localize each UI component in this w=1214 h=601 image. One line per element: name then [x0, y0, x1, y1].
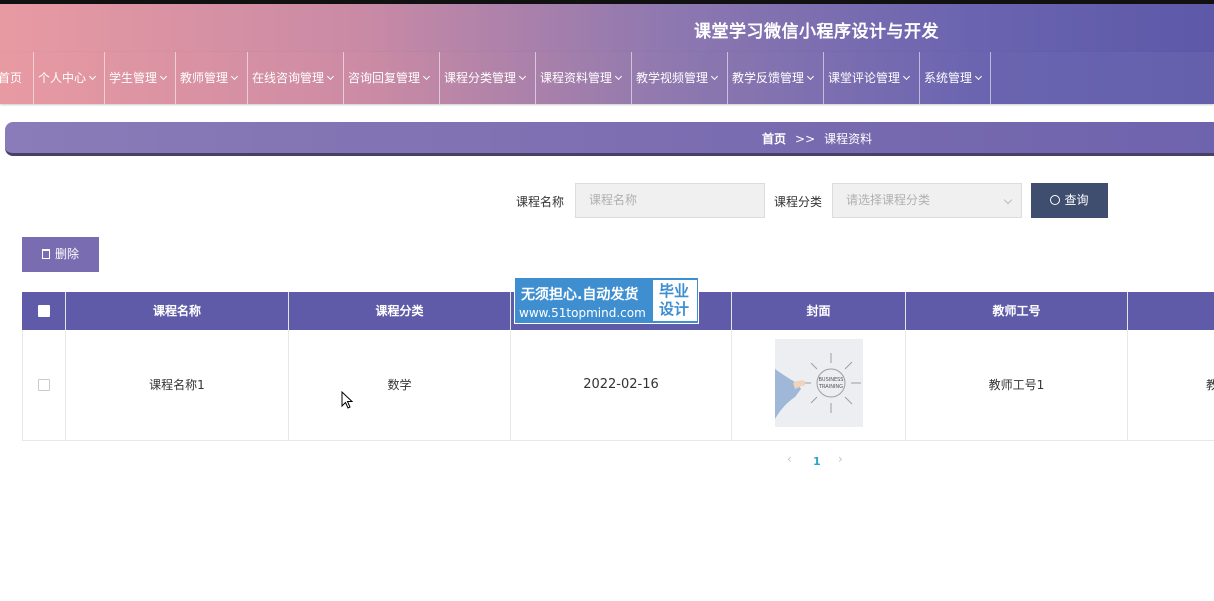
nav-item-label: 课程分类管理 [444, 71, 517, 85]
chevron-down-icon [326, 72, 335, 81]
chevron-down-icon [902, 72, 911, 81]
cover-illustration: BUSINESS TRAINING [775, 339, 863, 427]
watermark-line2: www.51topmind.com [519, 306, 646, 320]
cell-extra: 教 [1205, 378, 1214, 392]
chevron-down-icon [88, 72, 97, 81]
chevron-down-icon [974, 72, 983, 81]
nav-item-students[interactable]: 学生管理 [105, 52, 176, 104]
breadcrumb-current: 课程资料 [824, 132, 873, 146]
table-row: 课程名称1 数学 2022-02-16 BUSINESS TRAINING 教师… [22, 330, 1214, 441]
breadcrumb: 首页 >> 课程资料 [5, 122, 1214, 156]
course-name-input[interactable]: 课程名称 [575, 183, 765, 218]
watermark-box-text: 毕业 设计 [659, 282, 689, 318]
cell-course-category: 数学 [289, 330, 511, 440]
breadcrumb-home[interactable]: 首页 [762, 132, 786, 146]
chevron-down-icon [159, 72, 168, 81]
nav-item-system[interactable]: 系统管理 [920, 52, 991, 104]
chevron-down-icon [422, 72, 431, 81]
breadcrumb-separator: >> [795, 132, 816, 146]
course-name-label: 课程名称 [516, 195, 565, 209]
nav-item-consult[interactable]: 在线咨询管理 [248, 52, 344, 104]
column-header[interactable]: 教师工号 [906, 292, 1128, 330]
nav-item-teachers[interactable]: 教师管理 [176, 52, 248, 104]
trash-icon [41, 249, 50, 259]
column-header[interactable]: 课程分类 [289, 292, 511, 330]
nav-item-label: 教师管理 [180, 71, 229, 85]
chevron-down-icon [710, 72, 719, 81]
select-all-cell [22, 292, 66, 330]
page-number[interactable]: 1 [813, 455, 821, 468]
chevron-down-icon [1003, 195, 1013, 205]
nav-item-video[interactable]: 教学视频管理 [632, 52, 728, 104]
nav-item-label: 系统管理 [924, 71, 973, 85]
cell-publish-date: 2022-02-16 [511, 330, 732, 440]
app-title: 课堂学习微信小程序设计与开发 [694, 22, 939, 42]
row-select-cell [23, 330, 66, 440]
nav-item-label: 教学视频管理 [636, 71, 709, 85]
query-button[interactable]: 查询 [1031, 183, 1108, 218]
nav-item-label: 个人中心 [38, 71, 87, 85]
chevron-down-icon [614, 72, 623, 81]
prev-page-button[interactable]: ‹ [787, 452, 792, 466]
nav-item-home[interactable]: 首页 [0, 52, 34, 104]
chevron-down-icon [518, 72, 527, 81]
breadcrumb-trail: 首页 >> 课程资料 [762, 130, 872, 147]
cell-cover: BUSINESS TRAINING [732, 330, 906, 440]
delete-button[interactable]: 删除 [22, 237, 99, 272]
watermark-box-line1: 毕业 [659, 282, 690, 300]
select-all-checkbox[interactable] [38, 305, 50, 317]
cover-text: BUSINESS [819, 377, 844, 383]
cover-image[interactable]: BUSINESS TRAINING [775, 339, 863, 427]
nav-item-comments[interactable]: 课堂评论管理 [824, 52, 920, 104]
nav-item-personal[interactable]: 个人中心 [34, 52, 105, 104]
delete-button-label: 删除 [54, 247, 79, 261]
nav-item-course-material[interactable]: 课程资料管理 [536, 52, 632, 104]
chevron-down-icon [230, 72, 239, 81]
row-checkbox[interactable] [38, 379, 50, 391]
nav-item-label: 课堂评论管理 [828, 71, 901, 85]
main-nav: 首页 个人中心 学生管理 教师管理 在线咨询管理 咨询回复管理 课程分类管理 课… [0, 52, 1214, 104]
watermark-box: 毕业 设计 [653, 280, 697, 321]
course-name-placeholder: 课程名称 [589, 193, 638, 207]
course-category-placeholder: 请选择课程分类 [846, 193, 931, 207]
nav-item-label: 教学反馈管理 [732, 71, 805, 85]
nav-item-label: 在线咨询管理 [252, 71, 325, 85]
watermark-box-line2: 设计 [659, 300, 690, 318]
watermark-line1: 无须担心.自动发货 [521, 287, 639, 303]
nav-item-label: 首页 [0, 71, 23, 85]
nav-item-course-category[interactable]: 课程分类管理 [440, 52, 536, 104]
nav-item-label: 咨询回复管理 [348, 71, 421, 85]
nav-item-label: 课程资料管理 [540, 71, 613, 85]
course-category-select[interactable]: 请选择课程分类 [832, 183, 1022, 218]
watermark-badge: 无须担心.自动发货 www.51topmind.com 毕业 设计 [514, 277, 699, 324]
query-button-label: 查询 [1064, 193, 1089, 207]
cell-teacher-id: 教师工号1 [906, 330, 1128, 440]
nav-item-label: 学生管理 [109, 71, 158, 85]
nav-item-feedback[interactable]: 教学反馈管理 [728, 52, 824, 104]
search-icon [1050, 195, 1061, 205]
cell-course-name: 课程名称1 [66, 330, 289, 440]
next-page-button[interactable]: › [838, 452, 843, 466]
mouse-cursor-icon [341, 391, 353, 409]
app-header: 课堂学习微信小程序设计与开发 [0, 4, 1214, 52]
column-header[interactable]: 课程名称 [66, 292, 289, 330]
nav-item-reply[interactable]: 咨询回复管理 [344, 52, 440, 104]
course-category-label: 课程分类 [774, 195, 823, 209]
cover-text: TRAINING [818, 384, 843, 390]
column-header[interactable] [1128, 292, 1214, 330]
chevron-down-icon [806, 72, 815, 81]
column-header[interactable]: 封面 [732, 292, 906, 330]
